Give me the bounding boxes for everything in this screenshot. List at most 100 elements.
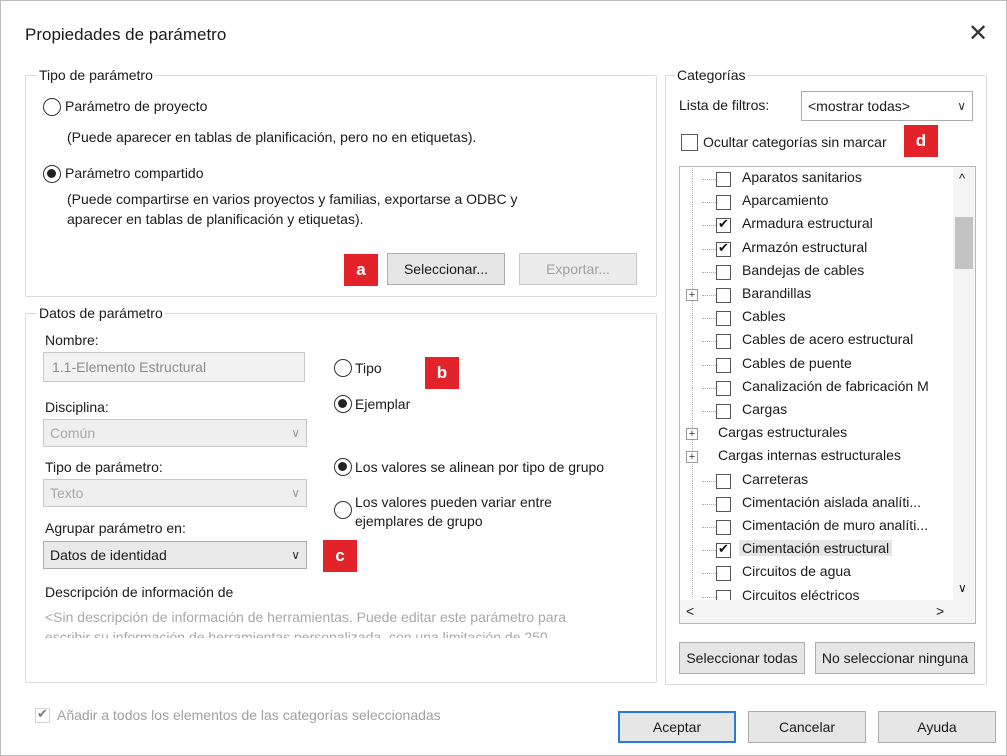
chevron-down-icon: ∨ [291,548,300,562]
tree-connector [702,318,716,320]
category-label: Cables de puente [742,354,852,371]
vertical-scrollbar[interactable]: ^ ∨ [953,167,975,600]
radio-parametro-proyecto[interactable] [43,98,61,116]
category-label: Cables [742,308,786,325]
filtros-dropdown[interactable]: <mostrar todas> ∨ [801,91,973,121]
scroll-right-icon[interactable]: > [936,603,944,619]
descripcion-label: Descripción de información de [45,584,234,600]
ejemplar-radio-label[interactable]: Ejemplar [355,396,410,412]
scroll-down-icon[interactable]: ∨ [958,581,967,595]
chevron-down-icon: ∨ [291,486,300,500]
radio-valores-varian[interactable] [334,501,352,519]
disciplina-value: Común [50,425,96,441]
tipo-parametro-value: Texto [50,485,84,501]
tree-item[interactable]: Cimentación estructural [680,527,952,562]
horizontal-scrollbar[interactable]: < > [680,600,975,623]
tree-item[interactable]: Canalización de fabricación M [680,364,952,400]
tree-item[interactable]: Carreteras [680,457,952,493]
scroll-up-icon[interactable]: ^ [959,171,965,186]
seleccionar-todas-button[interactable]: Seleccionar todas [679,642,805,674]
aceptar-button[interactable]: Aceptar [618,711,736,743]
radio-valores-alinean[interactable] [334,458,352,476]
valores-alinean-label[interactable]: Los valores se alinean por tipo de grupo [355,459,604,475]
tree-item[interactable]: + Cargas internas estructurales [680,434,952,469]
chevron-down-icon: ∨ [957,99,966,113]
agrupar-dropdown[interactable]: Datos de identidad ∨ [43,541,307,569]
category-checkbox[interactable] [716,541,731,559]
tree-item[interactable]: Circuitos de agua [680,550,952,585]
nombre-field[interactable]: 1.1-Elemento Estructural [43,352,305,382]
tipo-parametro-dropdown[interactable]: Texto ∨ [43,479,307,507]
parametro-compartido-label[interactable]: Parámetro compartido [65,165,204,181]
tree-item[interactable]: Armazón estructural [680,225,952,261]
tree-item[interactable]: Cables de puente [680,341,952,377]
tree-item[interactable]: Bandejas de cables [680,248,952,284]
category-checkbox[interactable] [716,496,731,512]
categorias-tree[interactable]: Circuitos eléctricosCircuitos de aguaCim… [679,166,976,624]
tree-item[interactable]: Cimentación aislada analíti... [680,480,952,516]
category-checkbox[interactable] [716,380,731,396]
tree-item[interactable]: Aparatos sanitarios [680,167,952,191]
chevron-down-icon: ∨ [291,426,300,440]
category-checkbox[interactable] [716,404,731,419]
window-title: Propiedades de parámetro [25,25,227,44]
category-checkbox[interactable] [716,264,731,280]
disciplina-dropdown[interactable]: Común ∨ [43,419,307,447]
no-seleccionar-button[interactable]: No seleccionar ninguna [815,642,975,674]
category-checkbox[interactable] [716,216,731,234]
exportar-button[interactable]: Exportar... [519,253,637,285]
tree-item[interactable]: Cimentación de muro analíti... [680,504,952,539]
radio-tipo[interactable] [334,359,352,377]
tipo-radio-label[interactable]: Tipo [355,360,382,376]
category-checkbox[interactable] [716,172,731,187]
category-checkbox[interactable] [716,520,731,535]
category-label: Cargas estructurales [718,424,848,441]
category-checkbox[interactable] [716,311,731,327]
agrupar-value: Datos de identidad [50,547,167,563]
tree-connector [702,387,716,389]
category-label: Carreteras [742,470,809,487]
valores-varian-label-2[interactable]: ejemplares de grupo [355,513,483,529]
parametro-compartido-desc-1: (Puede compartirse en varios proyectos y… [67,191,518,207]
scroll-left-icon[interactable]: < [686,603,694,619]
expand-plus-icon[interactable]: + [686,451,698,464]
category-checkbox[interactable] [716,334,731,350]
radio-parametro-compartido[interactable] [43,165,61,183]
category-label: Aparatos sanitarios [742,169,862,185]
tree-item[interactable]: Aparcamiento [680,179,952,214]
category-checkbox[interactable] [716,240,731,257]
category-label: Armadura estructural [742,215,873,232]
seleccionar-button[interactable]: Seleccionar... [387,253,505,285]
tree-item[interactable]: Cables [680,295,952,330]
category-checkbox[interactable] [716,357,731,373]
scrollbar-thumb[interactable] [955,217,973,269]
tree-connector [702,480,716,482]
parametro-proyecto-desc: (Puede aparecer en tablas de planificaci… [67,129,477,145]
tree-connector [702,271,716,273]
tree-item[interactable]: Cables de acero estructural [680,318,952,353]
valores-varian-label-1[interactable]: Los valores pueden variar entre [355,494,552,510]
tree-item[interactable]: + Barandillas [680,272,952,307]
ocultar-checkbox[interactable] [681,134,698,151]
expand-plus-icon[interactable]: + [686,289,698,301]
tree-item[interactable]: + Cargas estructurales [680,411,952,446]
radio-ejemplar[interactable] [334,395,352,413]
categorias-legend: Categorías [675,67,748,83]
close-icon[interactable]: ✕ [958,15,998,53]
tree-item[interactable]: Armadura estructural [680,202,952,237]
filtros-label: Lista de filtros: [679,97,770,113]
expand-plus-icon[interactable]: + [686,428,698,441]
category-checkbox[interactable] [716,566,731,582]
ocultar-label[interactable]: Ocultar categorías sin marcar [703,134,887,150]
category-checkbox[interactable] [716,473,731,489]
parametro-proyecto-label[interactable]: Parámetro de proyecto [65,98,207,114]
category-checkbox[interactable] [716,288,731,303]
title-bar: Propiedades de parámetro ✕ [1,1,1006,65]
parametro-compartido-desc-2: aparecer en tablas de planificación y et… [67,211,364,227]
tree-connector [702,202,716,204]
tree-item[interactable]: Cargas [680,388,952,423]
anadir-checkbox[interactable] [35,706,50,723]
ayuda-button[interactable]: Ayuda [878,711,996,743]
category-checkbox[interactable] [716,195,731,211]
cancelar-button[interactable]: Cancelar [748,711,866,743]
